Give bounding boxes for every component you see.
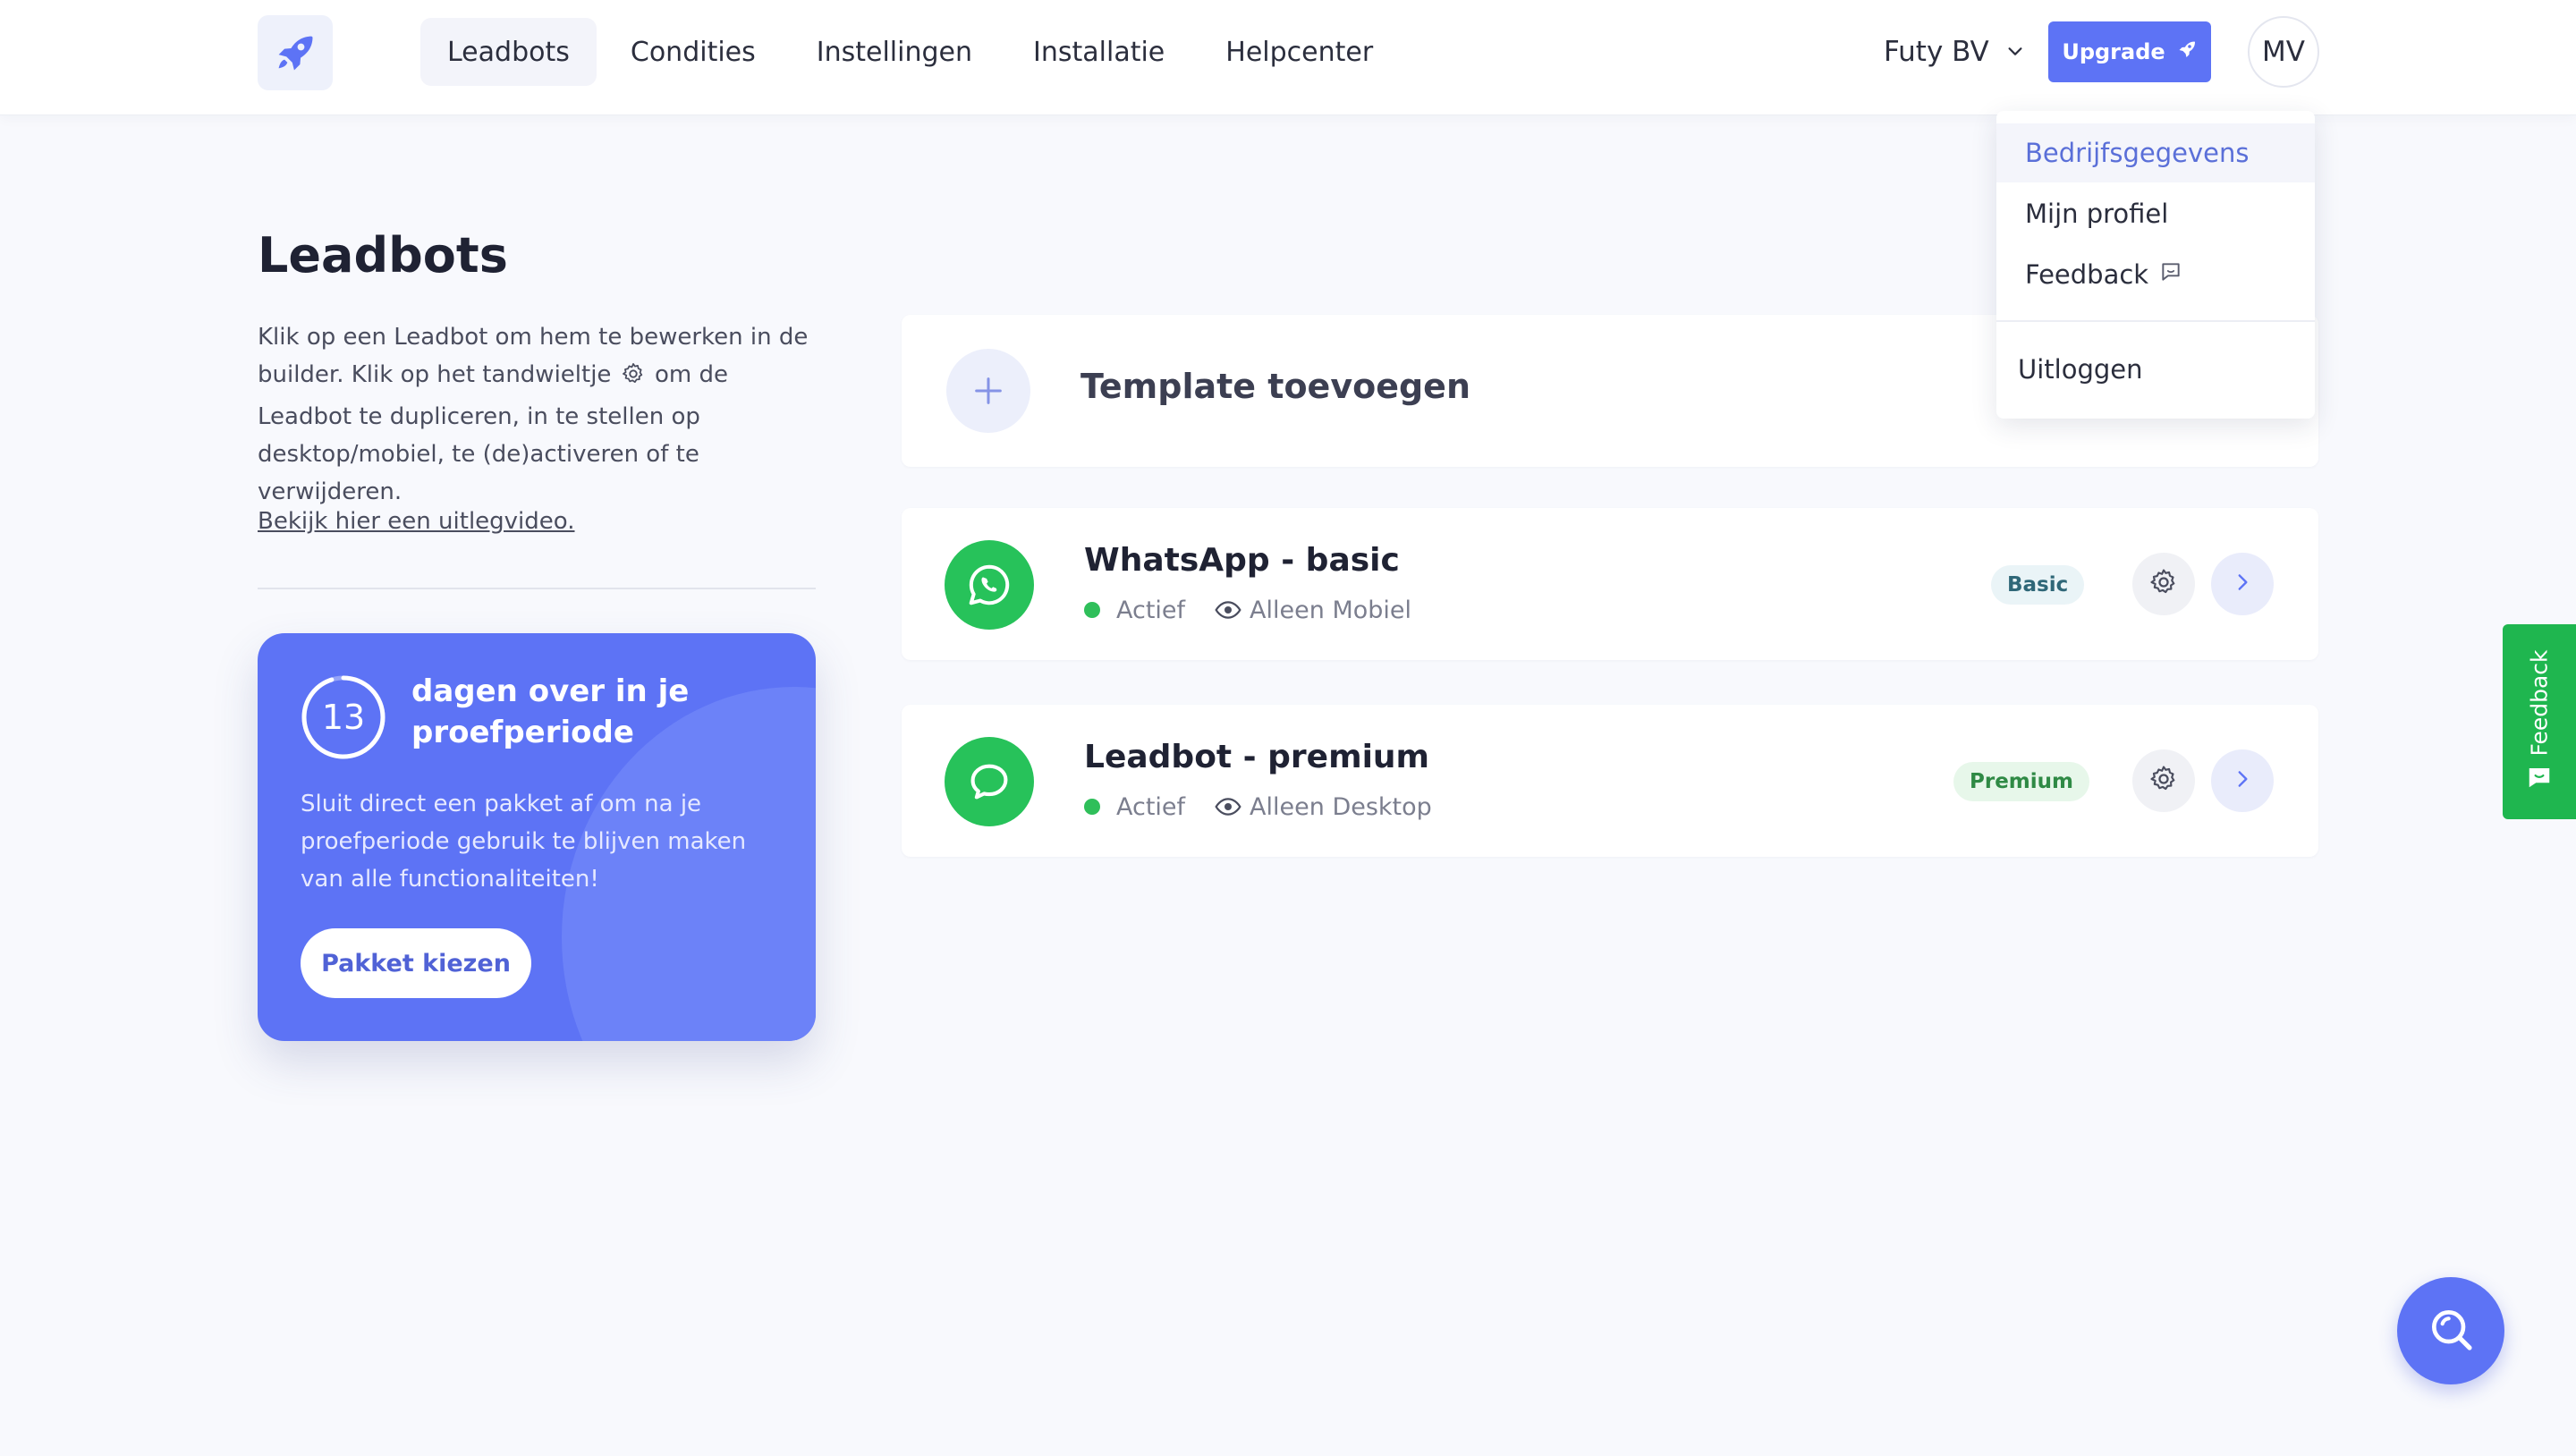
nav-item-instellingen[interactable]: Instellingen: [790, 18, 999, 86]
trial-days-count: 13: [321, 698, 366, 737]
trial-heading: dagen over in je proefperiode: [411, 673, 690, 750]
leadbot-visibility: Alleen Desktop: [1250, 792, 1432, 821]
menu-divider: [1996, 320, 2315, 322]
gear-icon: [2148, 567, 2179, 601]
chevron-right-icon: [2231, 767, 2254, 794]
menu-item-label: Bedrijfsgegevens: [2025, 138, 2250, 168]
leadbot-name: WhatsApp - basic: [1084, 542, 1400, 579]
leadbot-card[interactable]: Leadbot - premium Actief Alleen Desktop …: [902, 705, 2318, 857]
rocket-icon: [2176, 38, 2198, 65]
status-dot-icon: [1084, 799, 1100, 815]
leadbot-meta: Actief Alleen Desktop: [1084, 791, 1432, 823]
plan-badge: Basic: [1991, 565, 2085, 605]
nav-item-condities[interactable]: Condities: [604, 18, 783, 86]
leadbot-status: Actief: [1116, 596, 1186, 624]
menu-item-feedback[interactable]: Feedback: [1996, 245, 2315, 304]
upgrade-button-label: Upgrade: [2062, 39, 2165, 64]
account-dropdown-menu: Bedrijfsgegevens Mijn profiel Feedback U…: [1996, 111, 2315, 419]
feedback-tab-label: Feedback: [2526, 649, 2553, 757]
leadbot-status: Actief: [1116, 792, 1186, 821]
choose-package-button[interactable]: Pakket kiezen: [301, 928, 531, 998]
leadbot-settings-button[interactable]: [2132, 749, 2195, 812]
chat-bubble-icon: [945, 737, 1034, 826]
main-nav: Leadbots Condities Instellingen Installa…: [420, 18, 1400, 86]
trial-card: 13 dagen over in je proefperiode Sluit d…: [258, 633, 816, 1041]
nav-item-helpcenter[interactable]: Helpcenter: [1199, 18, 1400, 86]
company-name: Futy BV: [1884, 36, 1989, 68]
chat-feedback-icon: [2159, 259, 2182, 290]
company-switcher[interactable]: Futy BV: [1884, 25, 2025, 79]
upgrade-button[interactable]: Upgrade: [2048, 21, 2211, 82]
whatsapp-icon: [945, 540, 1034, 630]
search-icon: [2426, 1304, 2476, 1358]
page-title: Leadbots: [258, 227, 508, 284]
chevron-right-icon: [2231, 571, 2254, 597]
menu-item-uitloggen[interactable]: Uitloggen: [1996, 340, 2315, 399]
feedback-side-tab[interactable]: Feedback: [2503, 624, 2576, 819]
menu-item-label: Uitloggen: [2018, 354, 2143, 385]
menu-item-label: Feedback: [2025, 259, 2149, 290]
chat-feedback-icon: [2526, 764, 2553, 794]
gear-icon: [621, 360, 646, 398]
trial-description: Sluit direct een pakket af om na je proe…: [301, 791, 747, 893]
eye-icon: [1214, 792, 1242, 821]
menu-item-label: Mijn profiel: [2025, 199, 2169, 229]
leadbot-name: Leadbot - premium: [1084, 739, 1430, 775]
chevron-down-icon: [2005, 36, 2025, 68]
logo-rocket-icon[interactable]: [258, 15, 333, 90]
leadbot-visibility: Alleen Mobiel: [1250, 596, 1412, 624]
avatar[interactable]: MV: [2248, 16, 2319, 88]
nav-item-leadbots[interactable]: Leadbots: [420, 18, 597, 86]
gear-icon: [2148, 764, 2179, 798]
top-navigation-bar: Leadbots Condities Instellingen Installa…: [0, 0, 2576, 114]
leadbot-meta: Actief Alleen Mobiel: [1084, 594, 1411, 626]
plus-icon: [946, 349, 1030, 433]
open-leadbot-button[interactable]: [2211, 553, 2274, 615]
open-leadbot-button[interactable]: [2211, 749, 2274, 812]
eye-icon: [1214, 596, 1242, 624]
explainer-video-link[interactable]: Bekijk hier een uitlegvideo.: [258, 508, 575, 535]
help-search-button[interactable]: [2397, 1277, 2504, 1384]
status-dot-icon: [1084, 602, 1100, 618]
section-divider: [258, 588, 816, 589]
menu-item-bedrijfsgegevens[interactable]: Bedrijfsgegevens: [1996, 123, 2315, 182]
plan-badge: Premium: [1953, 762, 2089, 801]
intro-text: Klik op een Leadbot om hem te bewerken i…: [258, 318, 821, 511]
leadbot-card[interactable]: WhatsApp - basic Actief Alleen Mobiel Ba…: [902, 508, 2318, 660]
leadbot-settings-button[interactable]: [2132, 553, 2195, 615]
add-template-label: Template toevoegen: [1080, 367, 1470, 406]
nav-item-installatie[interactable]: Installatie: [1006, 18, 1191, 86]
menu-item-mijn-profiel[interactable]: Mijn profiel: [1996, 184, 2315, 243]
